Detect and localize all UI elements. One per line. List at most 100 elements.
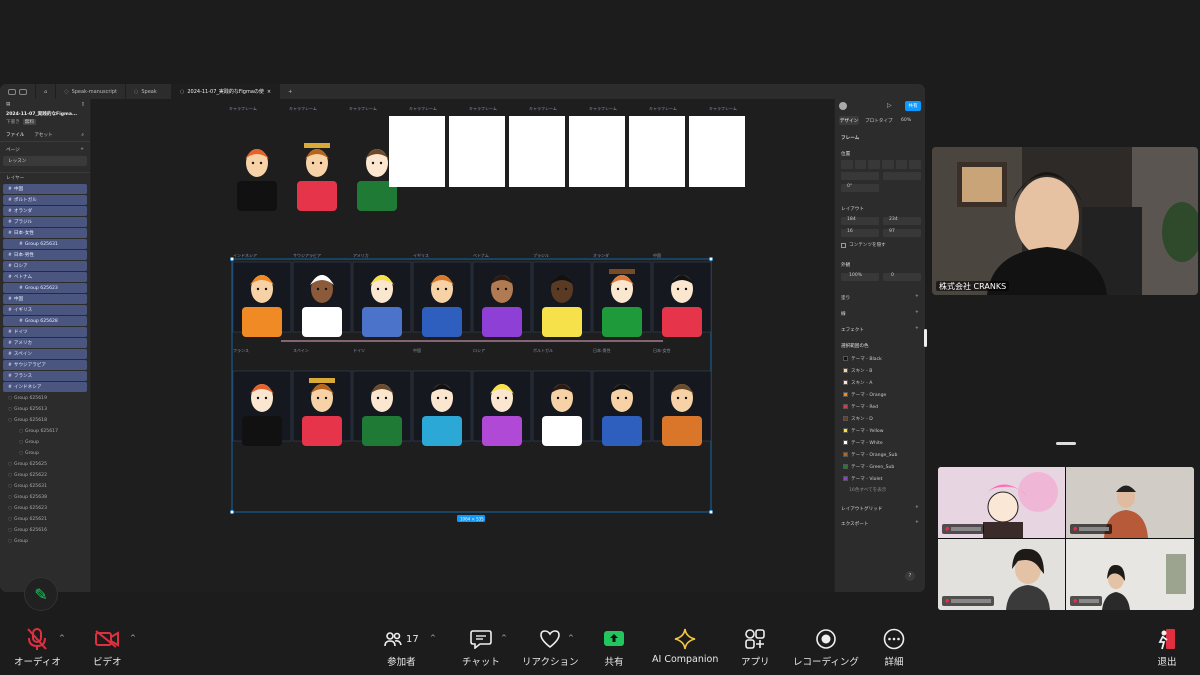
- layer-item[interactable]: # 日本-男性: [3, 250, 87, 260]
- layer-item[interactable]: # フランス: [3, 371, 87, 381]
- layer-item[interactable]: ◌ Group 625622: [3, 470, 87, 480]
- tab-speak[interactable]: ◌ Speak: [126, 84, 172, 99]
- selection-color-item[interactable]: テーマ - Violet: [843, 474, 923, 483]
- layer-item[interactable]: ◌ Group 625613: [3, 404, 87, 414]
- add-page-icon[interactable]: +: [80, 147, 84, 152]
- page-item[interactable]: レッスン: [3, 156, 87, 166]
- selection-color-item[interactable]: スキン - B: [843, 366, 923, 375]
- layer-item[interactable]: # ポルトガル: [3, 195, 87, 205]
- participant-tile-2[interactable]: ●: [1066, 467, 1194, 538]
- add-export-icon[interactable]: +: [915, 520, 919, 525]
- audio-button[interactable]: オーディオ: [14, 624, 61, 668]
- participant-tile-1[interactable]: ●: [938, 467, 1065, 538]
- layer-item[interactable]: ◌ Group 625623: [3, 503, 87, 513]
- layer-item[interactable]: ◌ Group: [3, 536, 87, 546]
- layer-item[interactable]: ◌ Group 625625: [3, 459, 87, 469]
- selection-color-item[interactable]: テーマ - Red: [843, 402, 923, 411]
- layer-item[interactable]: # サウジアラビア: [3, 360, 87, 370]
- zoom-level[interactable]: 60%: [901, 118, 911, 123]
- recording-button[interactable]: レコーディング: [793, 624, 859, 668]
- height-input[interactable]: 234: [883, 217, 921, 225]
- avatar[interactable]: [839, 102, 847, 110]
- ai-companion-button[interactable]: AI Companion: [652, 624, 718, 665]
- tab-prototype[interactable]: プロトタイプ: [865, 118, 893, 124]
- leave-button[interactable]: 退出: [1156, 624, 1178, 668]
- frame-label[interactable]: フレーム: [841, 135, 859, 141]
- tab-design[interactable]: デザイン: [839, 116, 859, 125]
- align-top-icon[interactable]: [882, 160, 894, 169]
- file-title[interactable]: 2024-11-07_実践的なFigma...: [0, 109, 90, 118]
- layer-item[interactable]: ◌ Group 625621: [3, 514, 87, 524]
- window-controls[interactable]: [0, 84, 36, 99]
- participant-tile-4[interactable]: ●: [1066, 539, 1194, 610]
- figma-menu-icon[interactable]: ▤: [6, 102, 10, 107]
- selection-color-item[interactable]: スキン - A: [843, 378, 923, 387]
- align-right-icon[interactable]: [868, 160, 881, 169]
- layer-item[interactable]: # インドネシア: [3, 382, 87, 392]
- layer-item[interactable]: # ブラジル: [3, 217, 87, 227]
- tab-home[interactable]: ⌂: [36, 84, 57, 99]
- reactions-button[interactable]: リアクション: [522, 624, 579, 668]
- add-grid-icon[interactable]: +: [915, 505, 919, 510]
- participants-button[interactable]: 17 参加者: [384, 624, 419, 668]
- chat-button[interactable]: チャット: [462, 624, 500, 668]
- layer-item[interactable]: # 中国: [3, 184, 87, 194]
- layer-item[interactable]: ◌ Group: [3, 437, 87, 447]
- share-screen-button[interactable]: 共有: [603, 624, 625, 668]
- participants-options-chevron-icon[interactable]: ^: [430, 634, 436, 642]
- panel-resize-handle[interactable]: [924, 329, 927, 347]
- close-tab-icon[interactable]: ×: [267, 89, 271, 95]
- tab-assets[interactable]: アセット: [34, 132, 52, 138]
- reactions-options-chevron-icon[interactable]: ^: [568, 634, 574, 642]
- video-button[interactable]: ビデオ: [93, 624, 122, 668]
- help-icon[interactable]: ?: [905, 571, 915, 581]
- annotate-button[interactable]: ✎: [24, 577, 58, 611]
- participant-tile-3[interactable]: ●: [938, 539, 1065, 610]
- selection-color-item[interactable]: テーマ - Black: [843, 354, 923, 363]
- tab-current-file[interactable]: ◌ 2024-11-07_実践的なFigmaの使 ×: [171, 84, 281, 99]
- chat-options-chevron-icon[interactable]: ^: [501, 634, 507, 642]
- layer-item[interactable]: # 中国: [3, 294, 87, 304]
- sidebar-toggle-icon[interactable]: ▯: [81, 102, 84, 107]
- tab-speak-manuscript[interactable]: ◌ Speak-manuscript: [56, 84, 126, 99]
- add-tab-button[interactable]: +: [280, 84, 300, 99]
- layer-item[interactable]: # Group 625631: [3, 239, 87, 249]
- align-left-icon[interactable]: [841, 160, 853, 169]
- play-icon[interactable]: ▷: [887, 102, 892, 109]
- align-bottom-icon[interactable]: [909, 160, 922, 169]
- padding-h-input[interactable]: 16: [841, 229, 879, 237]
- video-panel-resize-handle[interactable]: [1056, 442, 1076, 445]
- width-input[interactable]: 184: [841, 217, 879, 225]
- audio-options-chevron-icon[interactable]: ^: [59, 634, 65, 642]
- layer-item[interactable]: ◌ Group 625631: [3, 481, 87, 491]
- add-effect-icon[interactable]: +: [915, 326, 919, 331]
- layer-item[interactable]: # スペイン: [3, 349, 87, 359]
- layer-item[interactable]: ◌ Group 625616: [3, 525, 87, 535]
- layer-item[interactable]: # アメリカ: [3, 338, 87, 348]
- radius-input[interactable]: 0: [883, 273, 921, 281]
- layer-item[interactable]: ◌ Group: [3, 448, 87, 458]
- video-options-chevron-icon[interactable]: ^: [130, 634, 136, 642]
- add-stroke-icon[interactable]: +: [915, 310, 919, 315]
- more-button[interactable]: 詳細: [883, 624, 905, 668]
- layer-item[interactable]: # ドイツ: [3, 327, 87, 337]
- clip-content-checkbox[interactable]: コンテンツを隠す: [841, 242, 886, 248]
- selection-color-item[interactable]: テーマ - Orange: [843, 390, 923, 399]
- opacity-input[interactable]: 100%: [841, 273, 879, 281]
- layer-item[interactable]: # 日本-女性: [3, 228, 87, 238]
- x-input[interactable]: [841, 172, 879, 180]
- selection-color-item[interactable]: テーマ - White: [843, 438, 923, 447]
- design-canvas[interactable]: キャラフレーム キャラフレーム キャラフレーム キャラフレーム キャラフレーム キャラフレ…: [91, 99, 834, 592]
- layer-item[interactable]: ◌ Group 625618: [3, 415, 87, 425]
- tab-file[interactable]: ファイル: [6, 132, 24, 138]
- main-speaker-video[interactable]: 株式会社 CRANKS: [932, 147, 1198, 295]
- selection-color-item[interactable]: テーマ - Green_Sub: [843, 462, 923, 471]
- add-fill-icon[interactable]: +: [915, 294, 919, 299]
- layer-item[interactable]: ◌ Group 625619: [3, 393, 87, 403]
- y-input[interactable]: [883, 172, 921, 180]
- layer-item[interactable]: # オランダ: [3, 206, 87, 216]
- search-icon[interactable]: ⌕: [81, 132, 84, 138]
- layer-item[interactable]: ◌ Group 625617: [3, 426, 87, 436]
- selection-color-item[interactable]: テーマ - Yellow: [843, 426, 923, 435]
- align-center-icon[interactable]: [854, 160, 867, 169]
